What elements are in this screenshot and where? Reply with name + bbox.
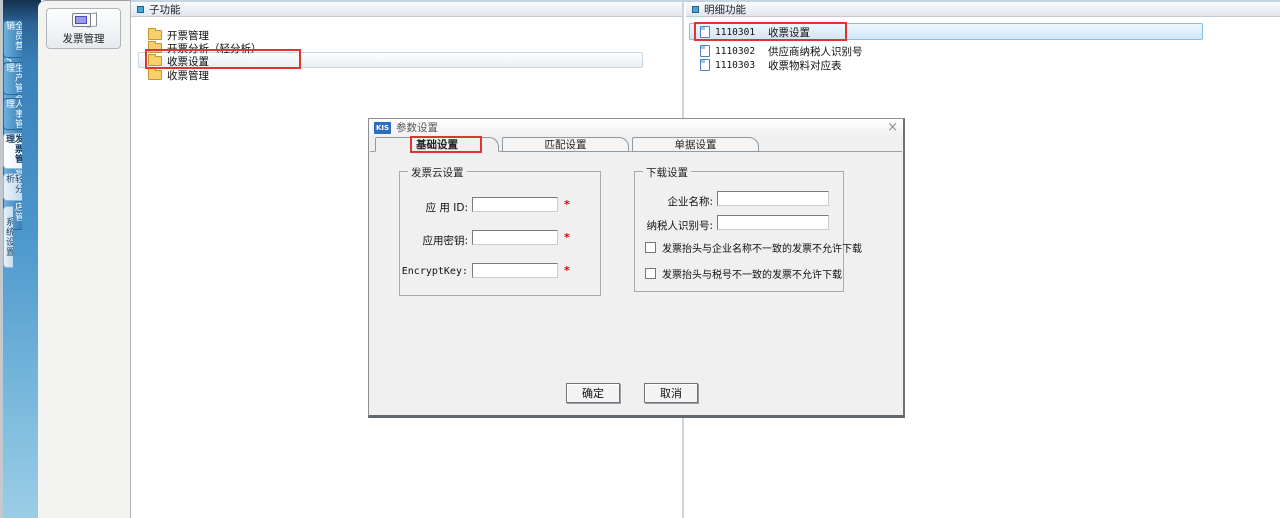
tree-item-shoupiao-shezhi[interactable]: 收票设置 <box>148 54 209 68</box>
panel-square-icon <box>137 6 144 13</box>
tab-label: 匹配设置 <box>545 137 587 152</box>
tab-match-settings[interactable]: 匹配设置 <box>502 137 629 152</box>
checkbox-label: 发票抬头与税号不一致的发票不允许下载 <box>662 266 842 281</box>
app-id-label: 应 用 ID: <box>406 200 468 215</box>
required-asterisk: * <box>564 198 570 211</box>
detail-item-1110301[interactable]: 1110301 收票设置 <box>700 25 810 39</box>
sidebar-tab-production[interactable]: 生产管理 <box>3 62 22 95</box>
download-settings-groupbox: 下载设置 企业名称: 纳税人识别号: 发票抬头与企业名称不一致的发票不允许下载 … <box>634 171 844 292</box>
tab-label: 单据设置 <box>675 137 717 152</box>
app-id-input[interactable] <box>472 197 558 212</box>
sidebar-tab-light-analysis[interactable]: 轻分析 <box>3 173 22 201</box>
app-secret-input[interactable] <box>472 230 558 245</box>
module-sidebar: 我的KIS 财务会计 供应链 电商管理 门店管理 全员营销 生产管理 人事管理 … <box>0 0 38 518</box>
close-icon[interactable]: × <box>887 121 898 134</box>
checkbox-row-taxno-mismatch[interactable]: 发票抬头与税号不一致的发票不允许下载 <box>645 266 842 281</box>
app-secret-label: 应用密钥: <box>406 233 468 248</box>
tab-document-settings[interactable]: 单据设置 <box>632 137 759 152</box>
sidebar-tab-system-settings[interactable]: 系统设置 <box>3 206 13 268</box>
subfunction-panel-title: 子功能 <box>149 2 181 17</box>
required-asterisk: * <box>564 231 570 244</box>
dialog-titlebar[interactable]: KIS 参数设置 × <box>369 119 903 136</box>
document-icon <box>700 26 710 38</box>
taxpayer-id-input[interactable] <box>717 215 829 230</box>
panel-square-icon <box>692 6 699 13</box>
detail-item-code: 1110301 <box>715 27 755 38</box>
detail-item-label: 收票设置 <box>768 25 810 40</box>
folder-icon <box>148 43 162 53</box>
detail-item-1110303[interactable]: 1110303 收票物料对应表 <box>700 58 842 72</box>
cancel-button[interactable]: 取消 <box>644 383 698 403</box>
sidebar-top-cap <box>3 0 41 22</box>
checkbox-row-company-mismatch[interactable]: 发票抬头与企业名称不一致的发票不允许下载 <box>645 240 862 255</box>
taxpayer-id-label: 纳税人识别号: <box>635 218 713 233</box>
tab-basic-settings[interactable]: 基础设置 <box>375 137 499 152</box>
folder-icon <box>148 70 162 80</box>
document-icon <box>700 45 710 57</box>
sidebar-tab-marketing[interactable]: 全员营销 <box>3 20 22 58</box>
download-group-title: 下载设置 <box>643 165 691 180</box>
detail-panel-title: 明细功能 <box>704 2 746 17</box>
tree-item-label: 收票设置 <box>167 54 209 69</box>
checkbox-icon[interactable] <box>645 242 656 253</box>
app-window: { "sidebar": { "column_a": [ { "label": … <box>0 0 1280 518</box>
sidebar-tab-invoice-mgmt[interactable]: 发票管理 <box>3 133 22 169</box>
kis-logo-icon: KIS <box>374 122 391 134</box>
company-name-input[interactable] <box>717 191 829 206</box>
folder-icon <box>148 56 162 66</box>
invoice-cloud-groupbox: 发票云设置 应 用 ID: * 应用密钥: * EncryptKey: * <box>399 171 601 296</box>
document-icon <box>700 59 710 71</box>
tab-label: 基础设置 <box>416 137 458 152</box>
invoice-module-icon <box>71 12 97 29</box>
encrypt-key-label: EncryptKey: <box>400 266 468 277</box>
detail-item-1110302[interactable]: 1110302 供应商纳税人识别号 <box>700 44 863 58</box>
invoice-module-label: 发票管理 <box>63 31 105 46</box>
invoice-module-button[interactable]: 发票管理 <box>46 8 121 49</box>
detail-item-label: 收票物料对应表 <box>768 58 842 73</box>
subfunction-panel-header: 子功能 <box>131 2 682 17</box>
module-icon-panel: 发票管理 <box>38 0 131 518</box>
parameter-settings-dialog: KIS 参数设置 × 基础设置 匹配设置 单据设置 发票云设置 应 用 ID: … <box>368 118 905 418</box>
tree-item-shoupiao-guanli[interactable]: 收票管理 <box>148 68 209 82</box>
sidebar-tab-hr[interactable]: 人事管理 <box>3 98 22 130</box>
detail-item-label: 供应商纳税人识别号 <box>768 44 863 59</box>
folder-icon <box>148 30 162 40</box>
dialog-title: 参数设置 <box>396 120 882 135</box>
tree-item-label: 收票管理 <box>167 68 209 83</box>
invoice-cloud-group-title: 发票云设置 <box>408 165 467 180</box>
ok-button[interactable]: 确定 <box>566 383 620 403</box>
company-name-label: 企业名称: <box>641 194 713 209</box>
detail-item-code: 1110303 <box>715 60 755 71</box>
required-asterisk: * <box>564 264 570 277</box>
encrypt-key-input[interactable] <box>472 263 558 278</box>
detail-item-code: 1110302 <box>715 46 755 57</box>
checkbox-icon[interactable] <box>645 268 656 279</box>
detail-panel-header: 明细功能 <box>686 2 1280 17</box>
checkbox-label: 发票抬头与企业名称不一致的发票不允许下载 <box>662 240 862 255</box>
